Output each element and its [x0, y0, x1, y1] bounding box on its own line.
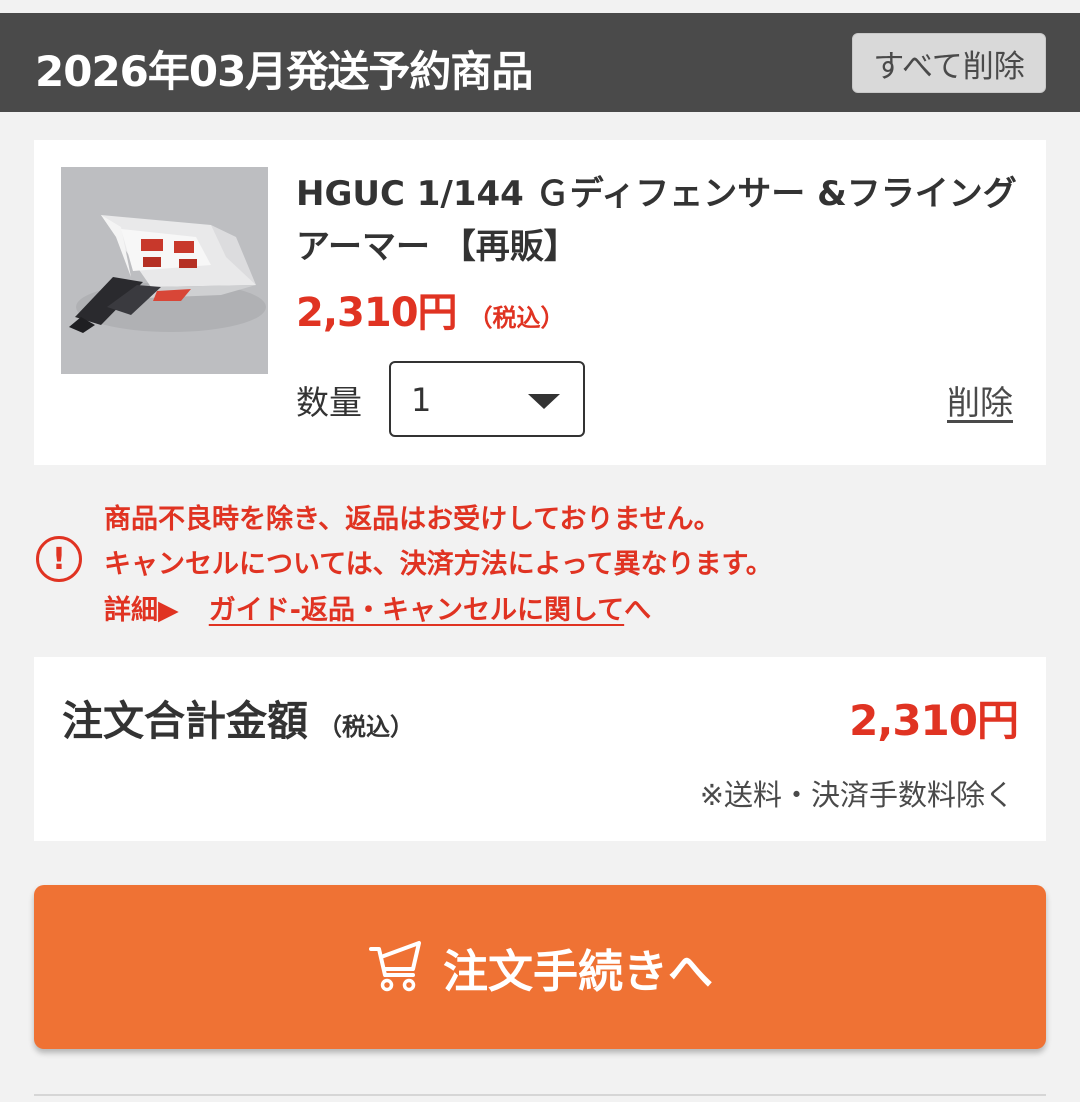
product-image[interactable] — [61, 167, 268, 374]
delete-all-button[interactable]: すべて削除 — [852, 33, 1046, 93]
cancel-policy-notice: キャンセルについては、決済方法によって異なります。 — [104, 549, 773, 580]
exclamation-circle-icon: ! — [36, 536, 82, 582]
cart-item-card: HGUC 1/144 Ｇディフェンサー &フライングアーマー 【再販】 2,31… — [34, 140, 1046, 465]
section-header: 2026年03月発送予約商品 すべて削除 — [0, 13, 1080, 112]
chevron-down-icon — [528, 394, 560, 409]
proceed-to-checkout-button[interactable]: 注文手続きへ — [34, 885, 1046, 1049]
checkout-button-label: 注文手続きへ — [442, 944, 713, 998]
order-total-note: ※送料・決済手数料除く — [699, 778, 1014, 812]
product-name[interactable]: HGUC 1/144 Ｇディフェンサー &フライングアーマー 【再販】 — [296, 168, 1026, 274]
price-row: 2,310円 （税込） — [296, 280, 565, 338]
order-total-title: 注文合計金額 — [62, 697, 308, 745]
item-price: 2,310円 — [296, 290, 458, 336]
item-price-tax-note: （税込） — [468, 304, 565, 332]
order-total-card: 注文合計金額 （税込） 2,310円 ※送料・決済手数料除く — [34, 657, 1046, 841]
section-title: 2026年03月発送予約商品 — [35, 47, 533, 96]
product-model-illustration — [61, 167, 268, 374]
order-total-tax-note: （税込） — [318, 713, 414, 741]
quantity-select[interactable]: 1 — [389, 361, 585, 437]
notice-detail-row: 詳細▶ ガイド-返品・キャンセルに関してへ — [104, 588, 651, 627]
link-suffix: へ — [624, 595, 652, 626]
quantity-label: 数量 — [296, 383, 362, 422]
detail-label: 詳細▶ — [104, 595, 179, 626]
bottom-divider — [34, 1094, 1046, 1096]
top-strip — [0, 0, 1080, 13]
order-total-value: 2,310円 — [849, 696, 1019, 745]
return-policy-notice: 商品不良時を除き、返品はお受けしておりません。 — [104, 504, 721, 535]
quantity-value: 1 — [411, 381, 432, 419]
cart-icon — [368, 941, 421, 992]
order-total-label: 注文合計金額 （税込） — [62, 687, 414, 747]
delete-item-link[interactable]: 削除 — [947, 376, 1013, 424]
return-cancel-guide-link[interactable]: ガイド-返品・キャンセルに関して — [209, 595, 624, 626]
